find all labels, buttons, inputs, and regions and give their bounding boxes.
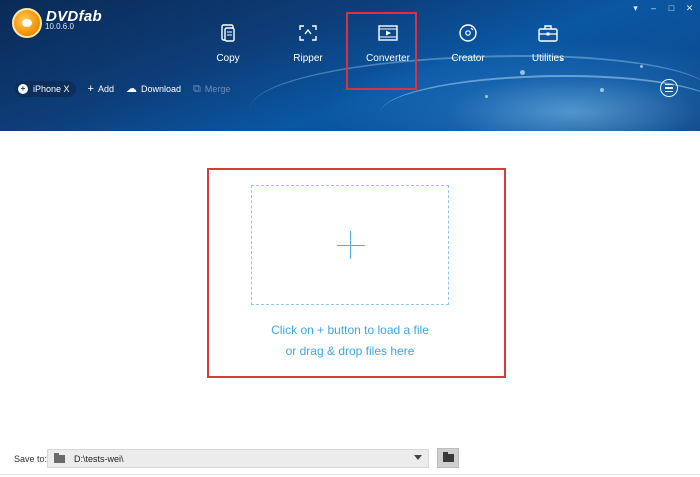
list-icon-line bbox=[665, 87, 673, 89]
save-to-label: Save to: bbox=[14, 454, 48, 464]
list-menu-button[interactable] bbox=[660, 79, 678, 97]
folder-icon bbox=[54, 452, 65, 463]
add-file-plus-icon[interactable] bbox=[337, 245, 365, 246]
converter-icon bbox=[378, 25, 398, 41]
nav-converter[interactable]: Converter bbox=[346, 12, 428, 90]
profile-selector-button[interactable]: + iPhone X bbox=[15, 81, 76, 97]
dvdfab-logo-icon bbox=[12, 8, 42, 38]
water-drop bbox=[485, 95, 488, 98]
profile-label: iPhone X bbox=[33, 84, 70, 94]
add-button[interactable]: + Add bbox=[87, 83, 114, 95]
save-path-value: D:\tests-wei\ bbox=[74, 453, 124, 464]
creator-icon bbox=[459, 24, 477, 42]
nav-creator[interactable]: Creator bbox=[428, 22, 508, 70]
app-header: DVDfab 10.0.6.0 ▾ – □ ✕ Copy Ripper Conv… bbox=[0, 0, 700, 131]
drop-hint-line1: Click on + button to load a file bbox=[271, 323, 429, 337]
plus-icon: + bbox=[87, 83, 94, 95]
nav-ripper[interactable]: Ripper bbox=[268, 22, 348, 70]
water-drop bbox=[520, 70, 525, 75]
merge-label: Merge bbox=[204, 84, 231, 94]
download-label: Download bbox=[140, 84, 182, 94]
merge-button[interactable]: ⧉ Merge bbox=[193, 83, 231, 95]
chevron-down-icon[interactable] bbox=[414, 455, 422, 460]
nav-creator-label: Creator bbox=[451, 53, 485, 64]
list-icon-line bbox=[665, 90, 673, 92]
close-icon[interactable]: ✕ bbox=[685, 3, 694, 13]
drop-hint-line2: or drag & drop files here bbox=[285, 344, 415, 358]
nav-utilities-label: Utilities bbox=[531, 53, 565, 64]
water-drop bbox=[640, 65, 643, 68]
add-label: Add bbox=[97, 84, 114, 94]
toolbar: + iPhone X + Add ☁ Download ⧉ Merge bbox=[15, 81, 230, 97]
nav-converter-label: Converter bbox=[366, 53, 410, 64]
copy-icon bbox=[221, 24, 235, 42]
dropdown-arrow-icon[interactable]: ▾ bbox=[631, 3, 640, 13]
browse-folder-button[interactable] bbox=[437, 448, 459, 468]
maximize-icon[interactable]: □ bbox=[667, 3, 676, 13]
nav-utilities[interactable]: Utilities bbox=[508, 22, 588, 70]
nav-ripper-label: Ripper bbox=[293, 53, 323, 64]
save-path-select[interactable]: D:\tests-wei\ bbox=[47, 449, 429, 468]
open-folder-icon bbox=[442, 452, 454, 462]
window-controls: ▾ – □ ✕ bbox=[631, 3, 694, 13]
cloud-download-icon: ☁ bbox=[125, 83, 137, 95]
utilities-icon bbox=[538, 25, 558, 42]
merge-icon: ⧉ bbox=[193, 83, 201, 95]
add-file-plus-icon[interactable] bbox=[350, 231, 351, 259]
nav-copy-label: Copy bbox=[216, 53, 240, 64]
nav-copy[interactable]: Copy bbox=[188, 22, 268, 70]
main-nav: Copy Ripper Converter Creator Utilities bbox=[188, 12, 588, 90]
minimize-icon[interactable]: – bbox=[649, 3, 658, 13]
download-button[interactable]: ☁ Download bbox=[125, 83, 182, 95]
bottom-divider bbox=[0, 474, 700, 475]
plus-circle-icon: + bbox=[18, 84, 28, 94]
list-icon-line bbox=[665, 84, 673, 86]
water-drop bbox=[600, 88, 604, 92]
ripper-icon bbox=[299, 25, 317, 41]
app-version: 10.0.6.0 bbox=[45, 22, 74, 31]
